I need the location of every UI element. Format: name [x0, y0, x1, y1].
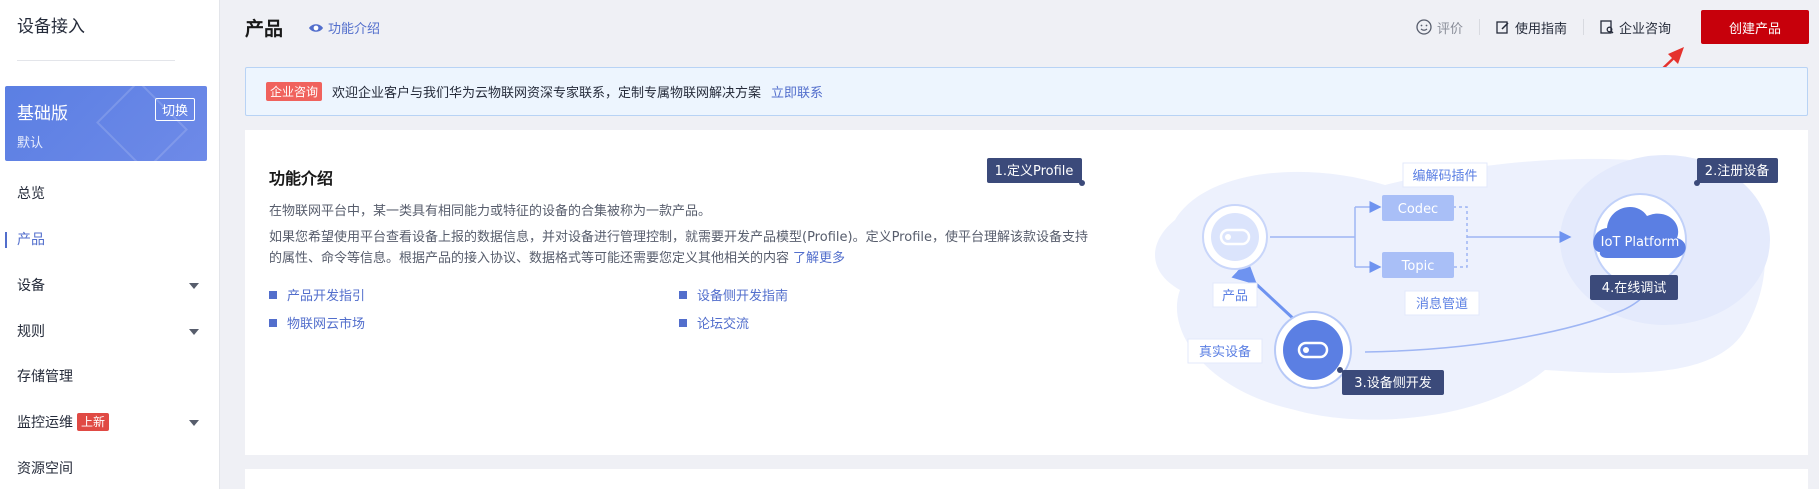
iot-platform-text: IoT Platform [1601, 235, 1680, 250]
step3-label: 3.设备侧开发 [1354, 375, 1431, 391]
rate-button[interactable]: 评价 [1400, 18, 1479, 37]
smiley-icon [1416, 19, 1432, 35]
codec-plugin-label: 编解码插件 [1412, 169, 1477, 184]
eye-icon [309, 23, 323, 32]
sidebar-item-label: 产品 [17, 232, 45, 248]
enterprise-consult-label: 企业咨询 [1618, 21, 1671, 37]
sidebar-item-device[interactable]: 设备 [0, 271, 219, 301]
msg-pipe-label: 消息管道 [1416, 296, 1468, 312]
notice-text: 欢迎企业客户与我们华为云物联网资深专家联系，定制专属物联网解决方案 [332, 86, 762, 101]
real-device-label: 真实设备 [1199, 344, 1251, 360]
sidebar-item-product[interactable]: 产品 [0, 225, 219, 255]
intro-card: 功能介绍 在物联网平台中，某一类具有相同能力或特征的设备的合集被称为一款产品。 … [245, 130, 1808, 455]
enterprise-consult-button[interactable]: 企业咨询 [1584, 18, 1687, 37]
sidebar-item-label: 规则 [17, 324, 45, 340]
edit-doc-icon [1496, 21, 1509, 34]
rate-label: 评价 [1436, 21, 1463, 37]
edition-instance: 默认 [17, 136, 44, 151]
sidebar-item-label: 存储管理 [17, 369, 73, 385]
device-node [1283, 320, 1343, 380]
consult-icon [1600, 20, 1614, 34]
toggle-icon [1225, 234, 1231, 240]
notice-tag: 企业咨询 [266, 82, 323, 101]
new-badge: 上新 [77, 413, 110, 431]
edition-switch-button[interactable]: 切换 [154, 98, 195, 121]
step2-label: 2.注册设备 [1705, 163, 1769, 179]
sidebar-item-label: 设备 [17, 278, 45, 294]
sidebar-item-resource-space[interactable]: 资源空间 [0, 454, 219, 484]
step-dot [1694, 180, 1700, 186]
product-label: 产品 [1222, 289, 1248, 304]
function-intro-label: 功能介绍 [328, 22, 381, 37]
sidebar-item-label: 总览 [17, 186, 45, 202]
sidebar-item-rules[interactable]: 规则 [0, 317, 219, 347]
iot-platform-cloud: IoT Platform [1593, 193, 1687, 287]
step-dot [1079, 180, 1085, 186]
user-guide-button[interactable]: 使用指南 [1480, 18, 1583, 37]
sidebar-divider [17, 60, 175, 61]
product-node [1211, 213, 1259, 261]
sidebar-item-overview[interactable]: 总览 [0, 179, 219, 209]
codec-text: Codec [1398, 202, 1438, 217]
sidebar-item-monitoring[interactable]: 监控运维 上新 [0, 408, 219, 438]
contact-now-link[interactable]: 立即联系 [771, 82, 823, 101]
sidebar-title: 设备接入 [17, 17, 85, 37]
step-dot [1337, 367, 1343, 373]
edition-name: 基础版 [17, 104, 68, 124]
product-flow-diagram: Codec Topic 编解码插件 消息管道 产品 真实设备 IoT Platf… [987, 155, 1778, 420]
chevron-down-icon [189, 420, 199, 426]
notice-bar: 企业咨询 欢迎企业客户与我们华为云物联网资深专家联系，定制专属物联网解决方案 立… [245, 67, 1808, 116]
topic-text: Topic [1401, 259, 1435, 274]
user-guide-label: 使用指南 [1514, 21, 1567, 37]
sidebar: 设备接入 基础版 默认 切换 总览 产品 设备 规则 存储管理 监控运维 上新 资… [0, 0, 220, 489]
function-intro-link[interactable]: 功能介绍 [308, 18, 380, 37]
next-section-card [245, 469, 1808, 489]
chevron-down-icon [189, 329, 199, 335]
sidebar-item-label: 监控运维 [17, 415, 73, 431]
create-product-button[interactable]: 创建产品 [1701, 10, 1809, 44]
step4-label: 4.在线调试 [1602, 281, 1666, 296]
edition-card: 基础版 默认 切换 [5, 86, 207, 161]
chevron-down-icon [189, 283, 199, 289]
page-title: 产品 [245, 18, 284, 40]
header-actions: 评价 使用指南 企业咨询 创建产品 [1400, 10, 1809, 44]
sidebar-item-storage[interactable]: 存储管理 [0, 362, 219, 392]
step1-label: 1.定义Profile [995, 164, 1074, 179]
toggle-icon [1303, 347, 1309, 353]
sidebar-item-label: 资源空间 [17, 461, 73, 477]
